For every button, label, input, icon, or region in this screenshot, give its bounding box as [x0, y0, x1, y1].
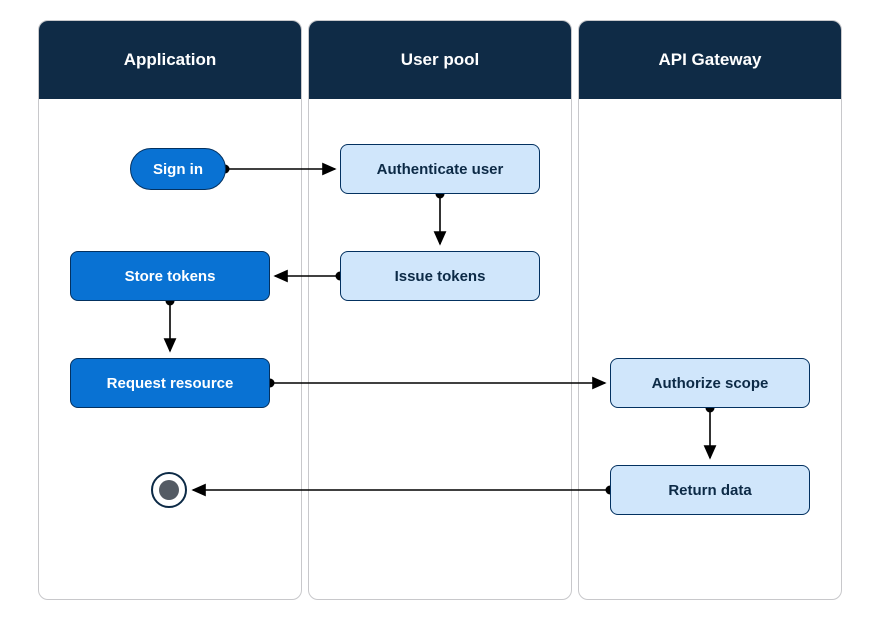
node-label: Store tokens — [125, 268, 216, 285]
node-label: Sign in — [153, 161, 203, 178]
flow-diagram: Application User pool API Gateway — [0, 0, 874, 617]
node-authorize-scope: Authorize scope — [610, 358, 810, 408]
node-label: Authenticate user — [377, 161, 504, 178]
node-label: Request resource — [107, 375, 234, 392]
lane-title: Application — [124, 50, 217, 70]
lane-title: User pool — [401, 50, 479, 70]
node-authenticate-user: Authenticate user — [340, 144, 540, 194]
node-label: Authorize scope — [652, 375, 769, 392]
terminal-end-icon — [151, 472, 187, 508]
node-return-data: Return data — [610, 465, 810, 515]
node-sign-in: Sign in — [130, 148, 226, 190]
lane-header-userpool: User pool — [309, 21, 571, 99]
lane-header-apigateway: API Gateway — [579, 21, 841, 99]
node-label: Issue tokens — [395, 268, 486, 285]
lane-title: API Gateway — [659, 50, 762, 70]
terminal-end-inner — [159, 480, 179, 500]
lane-userpool: User pool — [308, 20, 572, 600]
lane-application: Application — [38, 20, 302, 600]
lane-header-application: Application — [39, 21, 301, 99]
node-store-tokens: Store tokens — [70, 251, 270, 301]
node-request-resource: Request resource — [70, 358, 270, 408]
node-issue-tokens: Issue tokens — [340, 251, 540, 301]
node-label: Return data — [668, 482, 751, 499]
